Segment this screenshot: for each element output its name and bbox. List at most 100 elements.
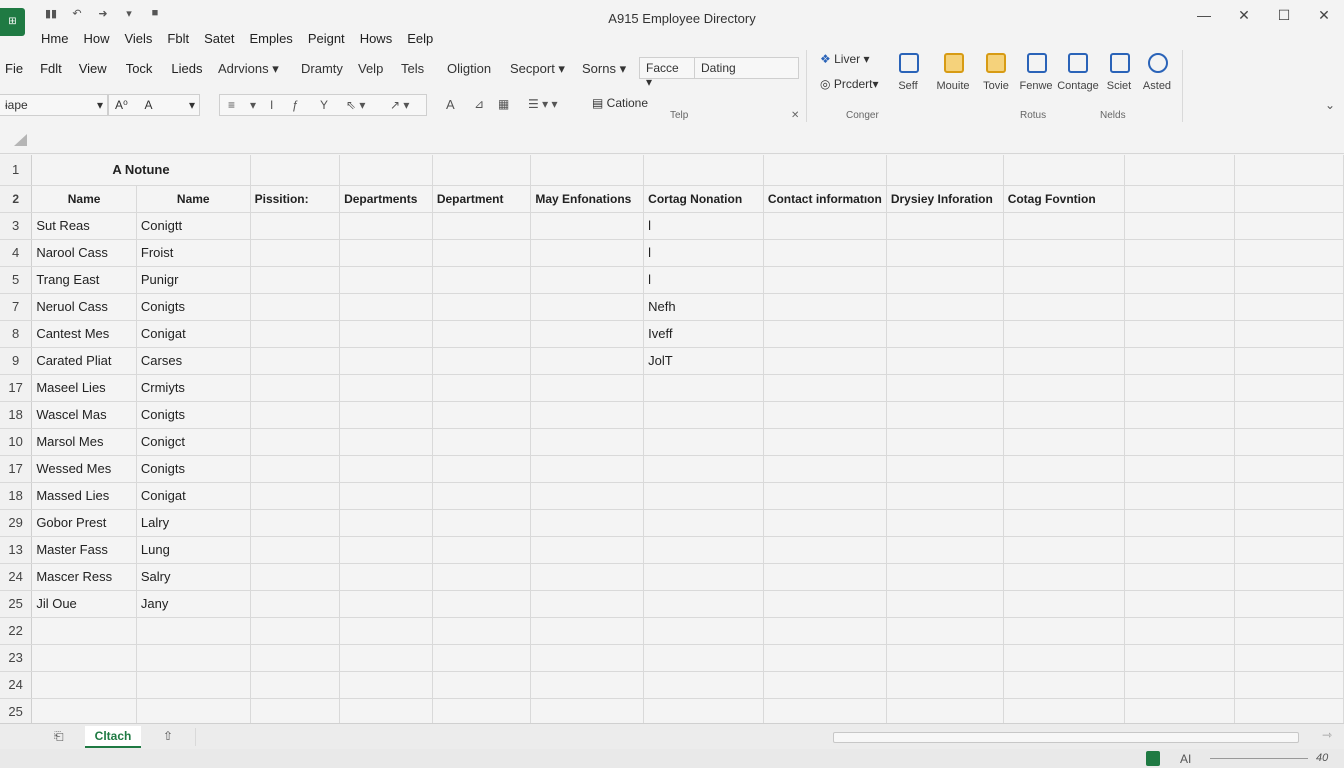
cell[interactable]	[432, 155, 532, 186]
cell[interactable]	[763, 617, 887, 645]
close-icon[interactable]: ✕	[1304, 4, 1344, 26]
cell[interactable]	[643, 509, 764, 537]
cell[interactable]	[763, 428, 887, 456]
cell[interactable]	[1003, 266, 1126, 294]
cell[interactable]: Jany	[136, 590, 251, 618]
column-header-cell[interactable]: May Enfonations	[530, 185, 645, 213]
cell[interactable]	[763, 320, 887, 348]
cell[interactable]	[1124, 239, 1236, 267]
cell[interactable]	[1234, 293, 1344, 321]
cell[interactable]	[886, 347, 1004, 375]
column-header-cell[interactable]	[1124, 185, 1236, 213]
cell[interactable]: Trang East	[31, 266, 137, 294]
cell[interactable]	[1124, 428, 1236, 456]
cell[interactable]	[530, 239, 645, 267]
cell[interactable]	[1234, 671, 1344, 699]
cell[interactable]	[886, 482, 1004, 510]
cell[interactable]	[1124, 155, 1236, 186]
cell[interactable]	[250, 509, 341, 537]
format-icon[interactable]	[899, 53, 919, 73]
cell[interactable]: Crmiyts	[136, 374, 251, 402]
cell[interactable]	[1234, 320, 1344, 348]
tels-menu[interactable]: Tels	[401, 61, 424, 76]
minimize-icon[interactable]: —	[1184, 4, 1224, 26]
help-menu[interactable]: Velp	[358, 61, 383, 76]
border-icon[interactable]: ▦	[498, 97, 509, 111]
cell[interactable]	[339, 671, 433, 699]
cell[interactable]	[432, 239, 532, 267]
cell[interactable]	[250, 155, 341, 186]
column-header-cell[interactable]: Pissition:	[250, 185, 341, 213]
cell[interactable]	[339, 320, 433, 348]
cell[interactable]	[250, 482, 341, 510]
draw-menu[interactable]: Dramty	[301, 61, 343, 76]
tab-home[interactable]: Hme	[41, 31, 68, 46]
cell[interactable]	[763, 455, 887, 483]
cell[interactable]: Cantest Mes	[31, 320, 137, 348]
cell[interactable]	[530, 698, 645, 723]
cell[interactable]	[886, 644, 1004, 672]
row-header[interactable]: 13	[0, 536, 33, 564]
info-icon[interactable]	[1148, 53, 1168, 73]
liver-dropdown[interactable]: ❖ Liver ▾	[820, 52, 869, 66]
cell[interactable]	[250, 347, 341, 375]
cell[interactable]	[763, 698, 887, 723]
cell[interactable]	[643, 617, 764, 645]
chevron-down-icon[interactable]: ▾	[250, 98, 256, 112]
row-header[interactable]: 25	[0, 590, 33, 618]
cell[interactable]	[886, 239, 1004, 267]
cell[interactable]	[1003, 320, 1126, 348]
cell[interactable]	[250, 536, 341, 564]
sheet-nav-icon[interactable]: ⎗	[54, 729, 64, 744]
row-header[interactable]: 3	[0, 212, 33, 240]
maximize-icon[interactable]: ☐	[1264, 4, 1304, 26]
font-size-box[interactable]: A⁰ A ▾	[108, 94, 200, 116]
cell[interactable]	[339, 482, 433, 510]
cell[interactable]	[1234, 482, 1344, 510]
cell[interactable]	[643, 698, 764, 723]
column-header-cell[interactable]: Contact informatıon	[763, 185, 887, 213]
tab-how[interactable]: How	[83, 31, 109, 46]
cell[interactable]	[339, 698, 433, 723]
cell[interactable]	[1124, 293, 1236, 321]
cell[interactable]	[643, 455, 764, 483]
zoom-level[interactable]: 40	[1316, 752, 1328, 764]
cell[interactable]	[136, 698, 251, 723]
cell[interactable]	[339, 428, 433, 456]
cell[interactable]	[530, 374, 645, 402]
cell[interactable]	[1234, 563, 1344, 591]
cell[interactable]	[1003, 644, 1126, 672]
tab-peignt[interactable]: Peignt	[308, 31, 345, 46]
row-header[interactable]: 7	[0, 293, 33, 321]
cell[interactable]: Conigat	[136, 482, 251, 510]
cell[interactable]	[886, 455, 1004, 483]
cell[interactable]	[886, 374, 1004, 402]
cell[interactable]	[136, 617, 251, 645]
cell[interactable]	[1234, 509, 1344, 537]
cell[interactable]	[530, 482, 645, 510]
cell[interactable]: Neruol Cass	[31, 293, 137, 321]
cell[interactable]	[432, 617, 532, 645]
cell[interactable]	[250, 320, 341, 348]
title-cell[interactable]: A Notune	[31, 155, 251, 186]
cell[interactable]	[643, 482, 764, 510]
cell[interactable]	[643, 374, 764, 402]
cell[interactable]	[339, 239, 433, 267]
cell[interactable]	[530, 155, 645, 186]
cell[interactable]	[886, 155, 1004, 186]
cell[interactable]	[763, 563, 887, 591]
cell[interactable]	[886, 671, 1004, 699]
cell[interactable]: Conigts	[136, 455, 251, 483]
cell[interactable]	[250, 212, 341, 240]
cell[interactable]	[339, 455, 433, 483]
row-header[interactable]: 24	[0, 671, 33, 699]
cell[interactable]	[250, 590, 341, 618]
cell[interactable]	[530, 590, 645, 618]
cell[interactable]	[530, 266, 645, 294]
cell[interactable]	[339, 212, 433, 240]
cell[interactable]	[250, 401, 341, 429]
font-name-box[interactable]: ɨape ▾	[0, 94, 108, 116]
caption-button[interactable]: ▤ Catione	[592, 96, 648, 110]
cell[interactable]	[31, 698, 137, 723]
cell[interactable]	[432, 374, 532, 402]
